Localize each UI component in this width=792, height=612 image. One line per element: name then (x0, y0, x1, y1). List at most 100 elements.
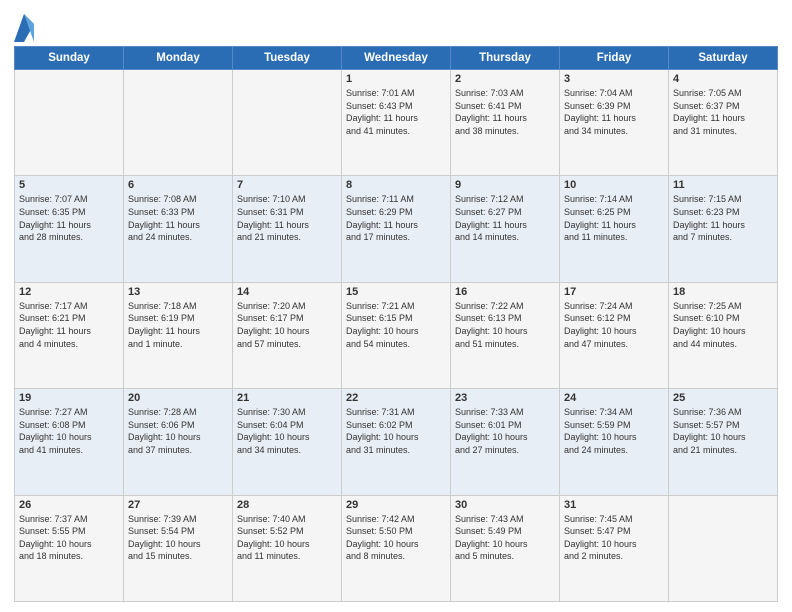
day-info: Sunrise: 7:10 AMSunset: 6:31 PMDaylight:… (237, 193, 337, 243)
day-info: Sunrise: 7:12 AMSunset: 6:27 PMDaylight:… (455, 193, 555, 243)
calendar-cell: 10 Sunrise: 7:14 AMSunset: 6:25 PMDayligh… (560, 176, 669, 282)
day-number: 12 (19, 286, 119, 298)
calendar-body: 1Sunrise: 7:01 AMSunset: 6:43 PMDaylight… (15, 70, 778, 602)
day-number: 13 (128, 286, 228, 298)
day-info: Sunrise: 7:43 AMSunset: 5:49 PMDaylight:… (455, 513, 555, 563)
calendar-cell: 17 Sunrise: 7:24 AMSunset: 6:12 PMDayligh… (560, 282, 669, 388)
day-info: Sunrise: 7:20 AMSunset: 6:17 PMDaylight:… (237, 300, 337, 350)
calendar-cell (669, 495, 778, 601)
day-info: Sunrise: 7:17 AMSunset: 6:21 PMDaylight:… (19, 300, 119, 350)
logo (14, 14, 38, 42)
calendar-cell: 20 Sunrise: 7:28 AMSunset: 6:06 PMDayligh… (124, 389, 233, 495)
day-header-saturday: Saturday (669, 47, 778, 70)
day-number: 10 (564, 179, 664, 191)
day-header-sunday: Sunday (15, 47, 124, 70)
calendar-header: SundayMondayTuesdayWednesdayThursdayFrid… (15, 47, 778, 70)
calendar-cell: 29Sunrise: 7:42 AMSunset: 5:50 PMDayligh… (342, 495, 451, 601)
day-number: 7 (237, 179, 337, 191)
calendar-cell (233, 70, 342, 176)
calendar-cell: 5 Sunrise: 7:07 AMSunset: 6:35 PMDaylight… (15, 176, 124, 282)
calendar-cell: 11 Sunrise: 7:15 AMSunset: 6:23 PMDayligh… (669, 176, 778, 282)
calendar-cell: 24Sunrise: 7:34 AMSunset: 5:59 PMDayligh… (560, 389, 669, 495)
calendar-cell: 30 Sunrise: 7:43 AMSunset: 5:49 PMDayligh… (451, 495, 560, 601)
calendar-cell: 18 Sunrise: 7:25 AMSunset: 6:10 PMDayligh… (669, 282, 778, 388)
day-info: Sunrise: 7:33 AMSunset: 6:01 PMDaylight:… (455, 406, 555, 456)
day-number: 2 (455, 73, 555, 85)
header (14, 10, 778, 42)
day-info: Sunrise: 7:27 AMSunset: 6:08 PMDaylight:… (19, 406, 119, 456)
calendar-cell (15, 70, 124, 176)
calendar-cell: 14 Sunrise: 7:20 AMSunset: 6:17 PMDayligh… (233, 282, 342, 388)
day-number: 4 (673, 73, 773, 85)
calendar-cell: 7 Sunrise: 7:10 AMSunset: 6:31 PMDaylight… (233, 176, 342, 282)
day-number: 5 (19, 179, 119, 191)
day-info: Sunrise: 7:28 AMSunset: 6:06 PMDaylight:… (128, 406, 228, 456)
calendar-cell: 3 Sunrise: 7:04 AMSunset: 6:39 PMDaylight… (560, 70, 669, 176)
day-info: Sunrise: 7:31 AMSunset: 6:02 PMDaylight:… (346, 406, 446, 456)
day-info: Sunrise: 7:22 AMSunset: 6:13 PMDaylight:… (455, 300, 555, 350)
day-info: Sunrise: 7:30 AMSunset: 6:04 PMDaylight:… (237, 406, 337, 456)
day-info: Sunrise: 7:08 AMSunset: 6:33 PMDaylight:… (128, 193, 228, 243)
day-number: 9 (455, 179, 555, 191)
calendar-cell: 25Sunrise: 7:36 AMSunset: 5:57 PMDayligh… (669, 389, 778, 495)
day-info: Sunrise: 7:05 AMSunset: 6:37 PMDaylight:… (673, 87, 773, 137)
day-number: 20 (128, 392, 228, 404)
week-row-0: 1Sunrise: 7:01 AMSunset: 6:43 PMDaylight… (15, 70, 778, 176)
calendar-cell: 6 Sunrise: 7:08 AMSunset: 6:33 PMDaylight… (124, 176, 233, 282)
calendar-cell: 12 Sunrise: 7:17 AMSunset: 6:21 PMDayligh… (15, 282, 124, 388)
calendar-cell: 4 Sunrise: 7:05 AMSunset: 6:37 PMDaylight… (669, 70, 778, 176)
day-number: 23 (455, 392, 555, 404)
day-number: 14 (237, 286, 337, 298)
day-info: Sunrise: 7:18 AMSunset: 6:19 PMDaylight:… (128, 300, 228, 350)
day-info: Sunrise: 7:37 AMSunset: 5:55 PMDaylight:… (19, 513, 119, 563)
day-number: 15 (346, 286, 446, 298)
day-number: 22 (346, 392, 446, 404)
day-number: 31 (564, 499, 664, 511)
calendar-cell: 8 Sunrise: 7:11 AMSunset: 6:29 PMDaylight… (342, 176, 451, 282)
calendar-cell: 19 Sunrise: 7:27 AMSunset: 6:08 PMDayligh… (15, 389, 124, 495)
day-info: Sunrise: 7:42 AMSunset: 5:50 PMDaylight:… (346, 513, 446, 563)
day-info: Sunrise: 7:15 AMSunset: 6:23 PMDaylight:… (673, 193, 773, 243)
day-info: Sunrise: 7:45 AMSunset: 5:47 PMDaylight:… (564, 513, 664, 563)
calendar-cell: 31 Sunrise: 7:45 AMSunset: 5:47 PMDayligh… (560, 495, 669, 601)
day-number: 19 (19, 392, 119, 404)
calendar-cell: 13 Sunrise: 7:18 AMSunset: 6:19 PMDayligh… (124, 282, 233, 388)
day-header-friday: Friday (560, 47, 669, 70)
calendar-cell: 27 Sunrise: 7:39 AMSunset: 5:54 PMDayligh… (124, 495, 233, 601)
calendar-cell: 15 Sunrise: 7:21 AMSunset: 6:15 PMDayligh… (342, 282, 451, 388)
week-row-4: 26 Sunrise: 7:37 AMSunset: 5:55 PMDayligh… (15, 495, 778, 601)
calendar-cell: 2 Sunrise: 7:03 AMSunset: 6:41 PMDaylight… (451, 70, 560, 176)
day-info: Sunrise: 7:14 AMSunset: 6:25 PMDaylight:… (564, 193, 664, 243)
day-number: 24 (564, 392, 664, 404)
day-number: 27 (128, 499, 228, 511)
day-info: Sunrise: 7:39 AMSunset: 5:54 PMDaylight:… (128, 513, 228, 563)
calendar-cell: 28Sunrise: 7:40 AMSunset: 5:52 PMDayligh… (233, 495, 342, 601)
calendar-table: SundayMondayTuesdayWednesdayThursdayFrid… (14, 46, 778, 602)
day-info: Sunrise: 7:01 AMSunset: 6:43 PMDaylight:… (346, 87, 446, 137)
week-row-2: 12 Sunrise: 7:17 AMSunset: 6:21 PMDayligh… (15, 282, 778, 388)
calendar-cell: 1Sunrise: 7:01 AMSunset: 6:43 PMDaylight… (342, 70, 451, 176)
day-number: 18 (673, 286, 773, 298)
day-info: Sunrise: 7:25 AMSunset: 6:10 PMDaylight:… (673, 300, 773, 350)
day-number: 30 (455, 499, 555, 511)
calendar-cell: 22 Sunrise: 7:31 AMSunset: 6:02 PMDayligh… (342, 389, 451, 495)
day-number: 17 (564, 286, 664, 298)
calendar-cell (124, 70, 233, 176)
day-info: Sunrise: 7:07 AMSunset: 6:35 PMDaylight:… (19, 193, 119, 243)
day-info: Sunrise: 7:03 AMSunset: 6:41 PMDaylight:… (455, 87, 555, 137)
day-number: 26 (19, 499, 119, 511)
day-info: Sunrise: 7:04 AMSunset: 6:39 PMDaylight:… (564, 87, 664, 137)
calendar-cell: 16 Sunrise: 7:22 AMSunset: 6:13 PMDayligh… (451, 282, 560, 388)
logo-icon (14, 14, 34, 42)
calendar-cell: 26 Sunrise: 7:37 AMSunset: 5:55 PMDayligh… (15, 495, 124, 601)
week-row-3: 19 Sunrise: 7:27 AMSunset: 6:08 PMDayligh… (15, 389, 778, 495)
day-info: Sunrise: 7:24 AMSunset: 6:12 PMDaylight:… (564, 300, 664, 350)
day-number: 11 (673, 179, 773, 191)
day-number: 16 (455, 286, 555, 298)
day-number: 3 (564, 73, 664, 85)
day-number: 21 (237, 392, 337, 404)
day-number: 8 (346, 179, 446, 191)
day-number: 6 (128, 179, 228, 191)
day-info: Sunrise: 7:21 AMSunset: 6:15 PMDaylight:… (346, 300, 446, 350)
day-info: Sunrise: 7:11 AMSunset: 6:29 PMDaylight:… (346, 193, 446, 243)
